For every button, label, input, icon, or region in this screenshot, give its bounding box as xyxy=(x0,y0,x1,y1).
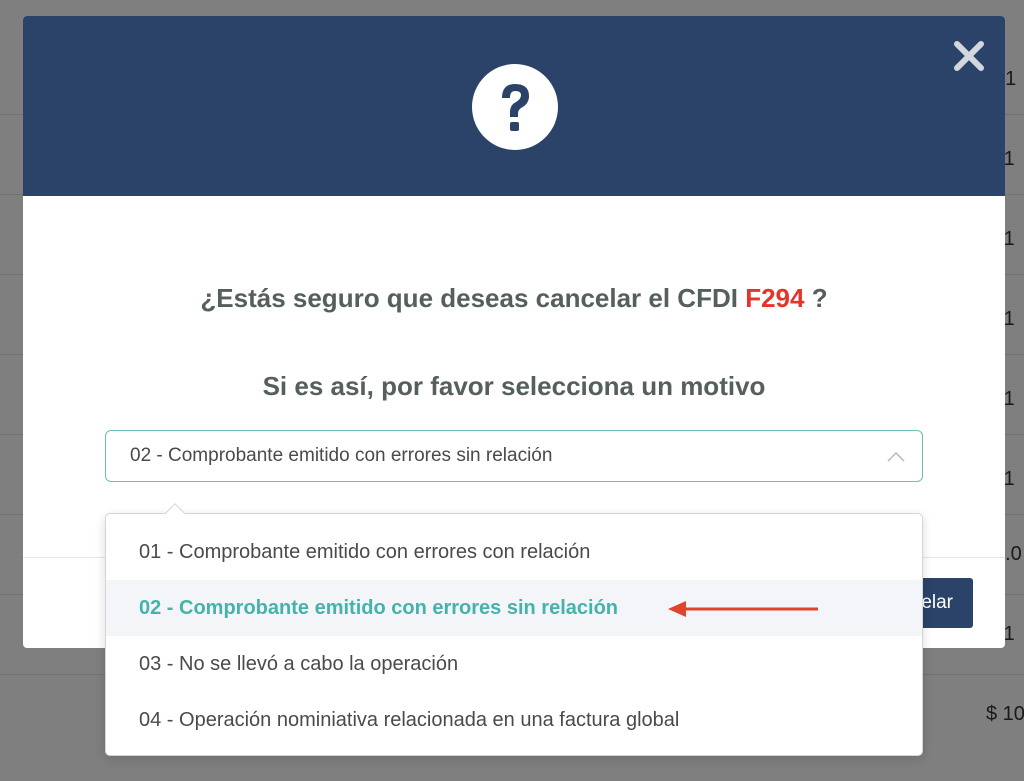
question-circle-icon xyxy=(472,64,558,150)
modal-title: ¿Estás seguro que deseas cancelar el CFD… xyxy=(23,283,1005,314)
annotation-arrow-icon xyxy=(668,601,818,617)
select-value: 02 - Comprobante emitido con errores sin… xyxy=(130,445,553,466)
dropdown-option[interactable]: 04 - Operación nominiativa relacionada e… xyxy=(106,692,922,748)
chevron-up-icon xyxy=(887,451,905,462)
title-suffix: ? xyxy=(811,283,828,313)
close-icon[interactable] xyxy=(951,38,987,74)
title-prefix: ¿Estás seguro que deseas cancelar el CFD… xyxy=(200,283,738,313)
dropdown-option[interactable]: 01 - Comprobante emitido con errores con… xyxy=(106,524,922,580)
cancel-reason-select[interactable]: 02 - Comprobante emitido con errores sin… xyxy=(105,430,923,482)
modal-subtitle: Si es así, por favor selecciona un motiv… xyxy=(262,371,766,401)
modal-header xyxy=(23,16,1005,196)
cancel-reason-dropdown: 01 - Comprobante emitido con errores con… xyxy=(105,503,923,756)
dropdown-option[interactable]: 03 - No se llevó a cabo la operación xyxy=(106,636,922,692)
cfdi-code: F294 xyxy=(745,283,805,313)
